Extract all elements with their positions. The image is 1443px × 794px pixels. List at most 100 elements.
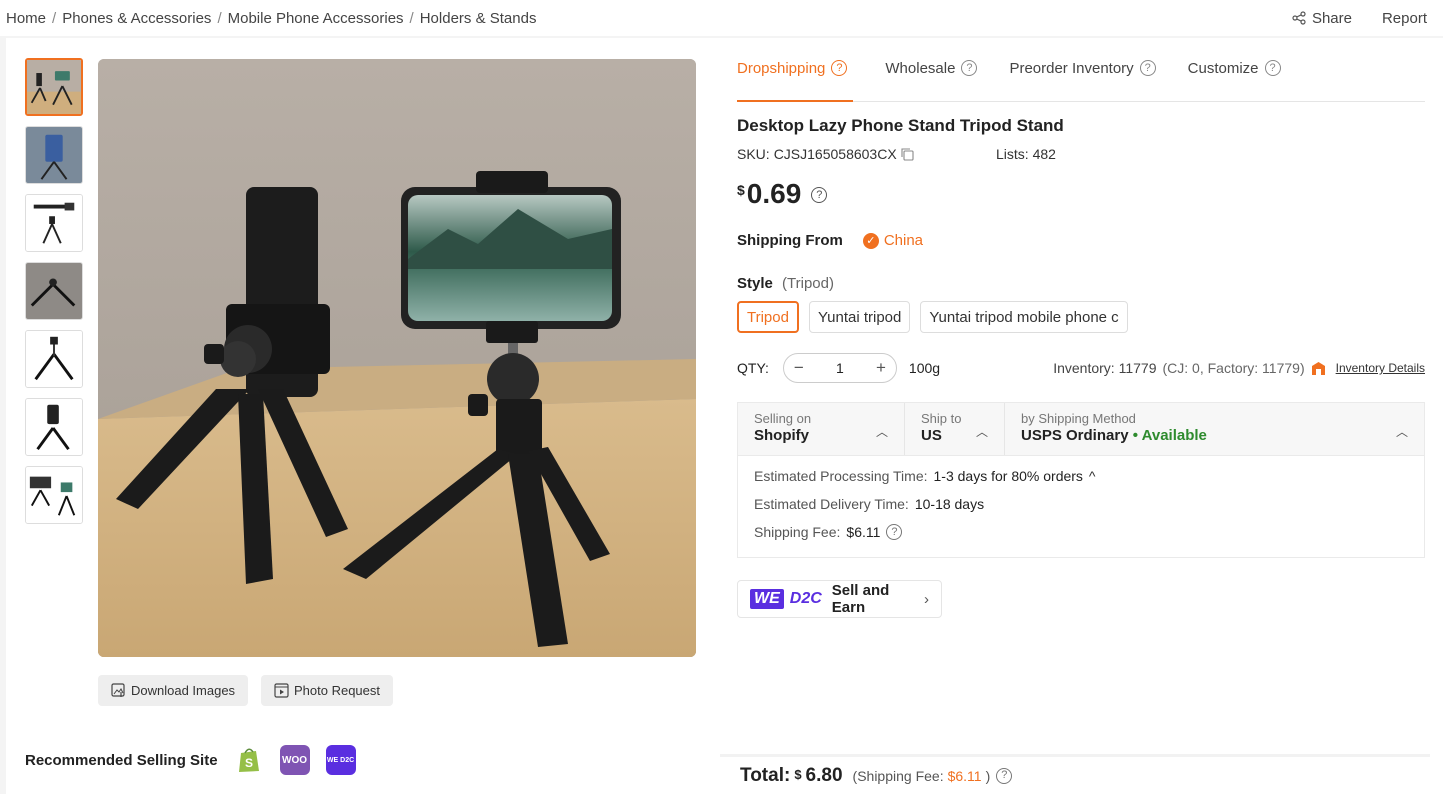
tab-wholesale[interactable]: Wholesale? <box>885 60 978 102</box>
we-logo: WE <box>750 589 784 609</box>
purchase-mode-tabs: Dropshipping? Wholesale? Preorder Invent… <box>737 60 1425 102</box>
style-label: Style <box>737 275 773 292</box>
processing-value: 1-3 days for 80% orders <box>933 468 1083 484</box>
share-icon <box>1292 11 1306 25</box>
thumbnail-5[interactable] <box>25 330 83 388</box>
help-icon[interactable]: ? <box>961 60 978 76</box>
product-title: Desktop Lazy Phone Stand Tripod Stand <box>737 116 1064 135</box>
total-fee-suffix: ) <box>985 767 991 784</box>
style-selected: (Tripod) <box>782 275 834 292</box>
download-images-label: Download Images <box>131 683 236 698</box>
tab-preorder-inventory[interactable]: Preorder Inventory? <box>1009 60 1156 102</box>
photo-request-button[interactable]: Photo Request <box>261 675 394 706</box>
shipping-header: Selling on Shopify ︿ Ship to US ︿ by Shi… <box>738 403 1424 456</box>
recommended-selling-site: Recommended Selling Site S WOO WE D2C <box>25 745 356 775</box>
help-icon[interactable]: ? <box>1264 60 1281 76</box>
breadcrumb-separator: / <box>52 9 57 27</box>
main-product-image[interactable] <box>98 59 696 657</box>
breadcrumb-home[interactable]: Home <box>6 10 46 27</box>
help-icon[interactable]: ? <box>831 60 848 76</box>
lists-count: Lists: 482 <box>996 146 1056 162</box>
sku-label: SKU: <box>737 146 770 162</box>
warehouse-icon <box>1311 361 1325 375</box>
shipping-method-dropdown[interactable]: by Shipping Method USPS Ordinary • Avail… <box>1005 403 1424 455</box>
weight: 100g <box>908 360 941 376</box>
help-icon[interactable]: ? <box>996 767 1013 784</box>
report-link[interactable]: Report <box>1382 10 1427 27</box>
svg-text:S: S <box>245 756 253 770</box>
chevron-right-icon: › <box>924 590 929 608</box>
download-images-button[interactable]: Download Images <box>98 675 249 706</box>
delivery-label: Estimated Delivery Time: <box>754 496 909 512</box>
shopify-icon[interactable]: S <box>233 745 264 775</box>
ship-to-dropdown[interactable]: Ship to US ︿ <box>905 403 1005 455</box>
quantity-row: QTY: − 1 + 100g Inventory: 11779 (CJ: 0,… <box>737 352 1425 384</box>
share-button[interactable]: Share <box>1292 10 1352 27</box>
shipping-fee-value: $6.11 <box>846 524 881 540</box>
increment-button[interactable]: + <box>876 358 886 378</box>
shipping-from-label: Shipping From <box>737 232 843 249</box>
check-icon: ✓ <box>862 232 879 249</box>
shipping-from: Shipping From ✓ China <box>737 232 923 249</box>
inventory: Inventory: 11779 (CJ: 0, Factory: 11779)… <box>1053 360 1425 376</box>
sell-and-earn-label: Sell and Earn <box>831 582 890 616</box>
decrement-button[interactable]: − <box>794 358 804 378</box>
tab-customize[interactable]: Customize? <box>1188 60 1281 102</box>
breadcrumb-separator: / <box>217 9 222 27</box>
total-fee-prefix: (Shipping Fee: <box>852 767 944 784</box>
style-label-row: Style (Tripod) <box>737 275 834 292</box>
quantity-input[interactable]: 1 <box>836 360 844 376</box>
style-options: Tripod Yuntai tripod Yuntai tripod mobil… <box>737 301 1128 333</box>
total-bar: Total: $ 6.80 (Shipping Fee: $6.11 ) ? <box>720 754 1430 794</box>
breadcrumb-mobile-accessories[interactable]: Mobile Phone Accessories <box>228 10 404 27</box>
wed2c-sell-and-earn-button[interactable]: WE D2C Sell and Earn › <box>737 580 942 618</box>
wed2c-icon[interactable]: WE D2C <box>325 745 356 775</box>
thumbnail-3[interactable] <box>25 194 83 252</box>
total-label: Total: <box>740 764 791 786</box>
thumbnail-6[interactable] <box>25 398 83 456</box>
sku-value: CJSJ165058603CX <box>773 146 897 162</box>
breadcrumb-holders-stands[interactable]: Holders & Stands <box>420 10 537 27</box>
selling-on-dropdown[interactable]: Selling on Shopify ︿ <box>738 403 905 455</box>
price-help-icon[interactable]: ? <box>811 187 828 203</box>
inventory-total: Inventory: 11779 <box>1053 360 1157 376</box>
photo-request-icon <box>274 683 289 698</box>
price: $ 0.69 ? <box>737 178 828 210</box>
total-amount: 6.80 <box>805 764 843 786</box>
style-option-yuntai-tripod-mobile[interactable]: Yuntai tripod mobile phone c <box>920 301 1128 333</box>
breadcrumb: Home / Phones & Accessories / Mobile Pho… <box>6 10 536 27</box>
chevron-up-icon: ︿ <box>1395 425 1408 439</box>
thumbnail-2[interactable] <box>25 126 83 184</box>
style-option-yuntai-tripod[interactable]: Yuntai tripod <box>808 301 911 333</box>
quantity-stepper: − 1 + <box>782 353 897 383</box>
product-panel: Download Images Photo Request Recommende… <box>6 38 1443 794</box>
price-value: 0.69 <box>746 178 802 209</box>
thumbnail-1[interactable] <box>25 58 83 116</box>
chevron-up-icon: ︿ <box>975 425 988 439</box>
tab-dropshipping[interactable]: Dropshipping? <box>737 60 854 102</box>
inventory-detail: (CJ: 0, Factory: 11779) <box>1162 360 1305 376</box>
inventory-details-link[interactable]: Inventory Details <box>1336 361 1425 375</box>
copy-icon[interactable] <box>901 147 914 161</box>
shipping-from-option[interactable]: ✓ China <box>862 232 923 249</box>
total-currency: $ <box>794 767 802 782</box>
download-image-icon <box>111 683 125 697</box>
chevron-up-icon[interactable]: ^ <box>1089 468 1096 484</box>
thumbnail-7[interactable] <box>25 466 83 524</box>
help-icon[interactable]: ? <box>1139 60 1156 76</box>
share-label: Share <box>1311 9 1352 27</box>
sku-row: SKU: CJSJ165058603CX <box>737 146 914 162</box>
total-fee-value: $6.11 <box>947 767 982 784</box>
breadcrumb-phones[interactable]: Phones & Accessories <box>62 10 211 27</box>
thumbnail-4[interactable] <box>25 262 83 320</box>
delivery-value: 10-18 days <box>914 496 985 512</box>
photo-request-label: Photo Request <box>294 683 381 698</box>
price-currency: $ <box>737 182 745 198</box>
shipping-box: Selling on Shopify ︿ Ship to US ︿ by Shi… <box>737 402 1425 558</box>
qty-label: QTY: <box>737 360 769 376</box>
availability-status: • Available <box>1132 427 1207 444</box>
woocommerce-icon[interactable]: WOO <box>279 745 310 775</box>
chevron-up-icon: ︿ <box>875 425 888 439</box>
style-option-tripod[interactable]: Tripod <box>737 301 799 333</box>
help-icon[interactable]: ? <box>886 524 903 540</box>
